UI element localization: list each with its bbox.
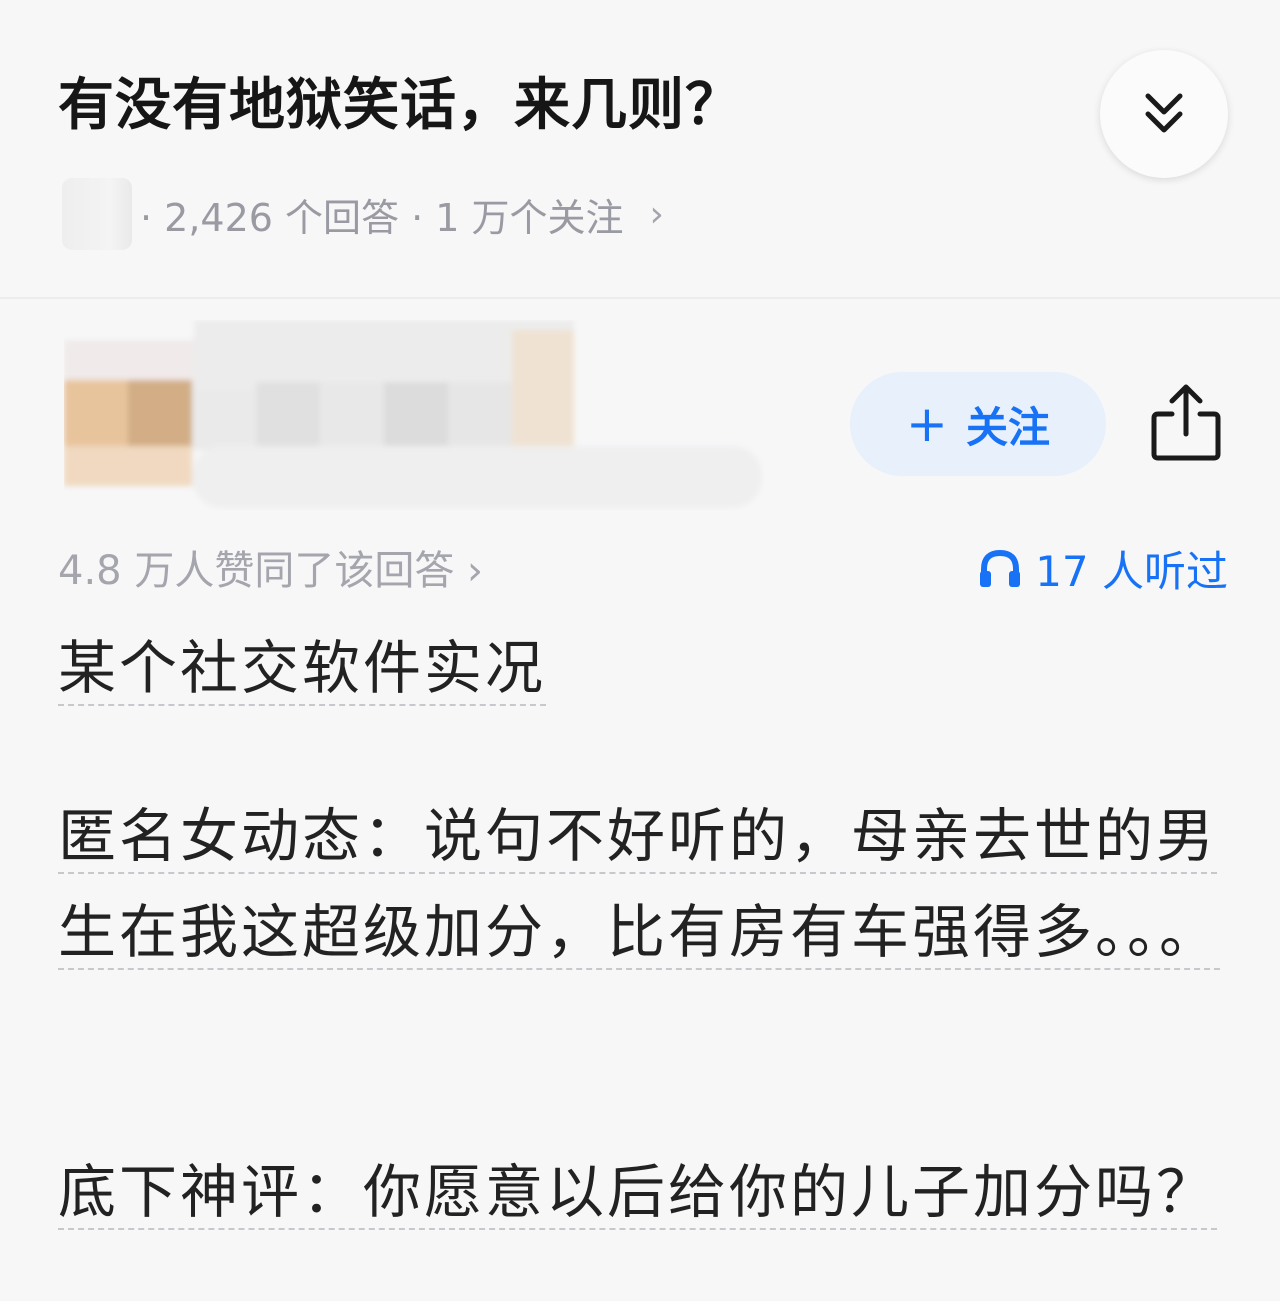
listen-count[interactable]: 17 人听过 xyxy=(979,538,1228,599)
plus-icon: + xyxy=(906,395,948,453)
question-meta[interactable]: · 2,426 个回答 · 1 万个关注 › xyxy=(62,178,664,250)
divider xyxy=(0,297,1280,299)
topic-avatar-blurred xyxy=(62,178,132,250)
vote-count[interactable]: 4.8 万人赞同了该回答 › xyxy=(58,538,483,596)
answer-paragraph: 匿名女动态：说句不好听的，母亲去世的男生在我这超级加分，比有房有车强得多。。。 xyxy=(58,788,1228,980)
question-title: 有没有地狱笑话，来几则？ xyxy=(58,73,742,138)
author-info-blurred[interactable] xyxy=(64,320,764,510)
question-stats: · 2,426 个回答 · 1 万个关注 xyxy=(140,195,624,240)
share-icon[interactable] xyxy=(1148,382,1224,464)
answer-paragraph: 某个社交软件实况 xyxy=(58,620,1228,716)
answer-paragraph: 底下神评：你愿意以后给你的儿子加分吗？ xyxy=(58,1144,1228,1240)
double-chevron-down-icon xyxy=(1145,93,1183,133)
collapse-button[interactable] xyxy=(1100,50,1228,178)
listen-count-label: 17 人听过 xyxy=(1035,547,1228,596)
headphones-icon xyxy=(980,549,1021,587)
chevron-right-icon: › xyxy=(649,193,664,235)
follow-label: 关注 xyxy=(965,402,1050,452)
follow-button[interactable]: + 关注 xyxy=(850,372,1106,476)
